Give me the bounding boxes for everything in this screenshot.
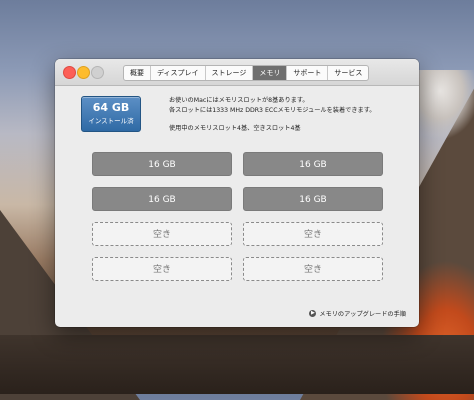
zoom-button[interactable]	[91, 66, 104, 79]
wallpaper-foreground	[0, 335, 474, 394]
memory-panel: 64 GB インストール済 お使いのMacにはメモリスロットが8基あります。 各…	[55, 86, 419, 327]
memory-slot-8: 空き	[243, 257, 383, 281]
arrow-circle-right-icon: ▶	[309, 310, 317, 317]
memory-slot-1: 16 GB	[92, 152, 232, 176]
memory-slot-3: 16 GB	[92, 187, 232, 211]
tab-bar: 概要 ディスプレイ ストレージ メモリ サポート サービス	[123, 65, 370, 81]
tab-support[interactable]: サポート	[287, 66, 329, 80]
tab-storage[interactable]: ストレージ	[206, 66, 254, 80]
tab-service[interactable]: サービス	[328, 66, 368, 80]
close-button[interactable]	[63, 66, 76, 79]
memory-slots-grid: 16 GB 16 GB 16 GB 16 GB 空き 空き 空き 空き	[92, 152, 383, 281]
total-memory-label: インストール済	[88, 117, 134, 125]
tab-displays[interactable]: ディスプレイ	[151, 66, 206, 80]
info-slot-usage: 使用中のメモリスロット4基、空きスロット4基	[169, 125, 301, 132]
total-memory-badge: 64 GB インストール済	[81, 96, 141, 132]
window-titlebar: 概要 ディスプレイ ストレージ メモリ サポート サービス	[55, 59, 419, 86]
tab-overview[interactable]: 概要	[124, 66, 151, 80]
about-this-mac-window: 概要 ディスプレイ ストレージ メモリ サポート サービス 64 GB インスト…	[55, 59, 419, 327]
total-memory-size: 64 GB	[92, 101, 130, 114]
info-slot-count: お使いのMacにはメモリスロットが8基あります。	[169, 97, 309, 104]
memory-upgrade-label: メモリのアップグレードの手順	[319, 311, 406, 318]
minimize-button[interactable]	[77, 66, 90, 79]
memory-slot-6: 空き	[243, 222, 383, 246]
memory-info: お使いのMacにはメモリスロットが8基あります。 各スロットには1333 MHz…	[169, 96, 375, 134]
info-module-spec: 各スロットには1333 MHz DDR3 ECCメモリモジュールを装着できます。	[169, 106, 376, 114]
memory-slot-4: 16 GB	[243, 187, 383, 211]
memory-slot-7: 空き	[92, 257, 232, 281]
memory-slot-5: 空き	[92, 222, 232, 246]
memory-upgrade-link[interactable]: ▶ メモリのアップグレードの手順	[309, 309, 406, 318]
tab-memory[interactable]: メモリ	[253, 66, 288, 80]
memory-slot-2: 16 GB	[243, 152, 383, 176]
